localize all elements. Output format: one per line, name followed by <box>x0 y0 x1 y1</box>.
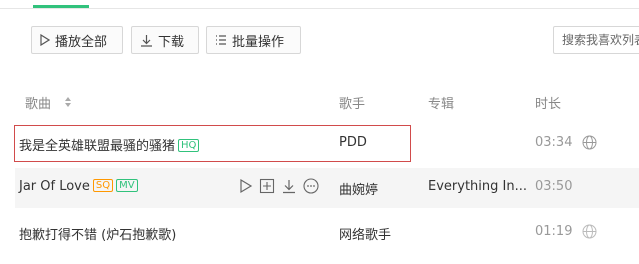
song-title-cell: 抱歉打得不错 (炉石抱歉歌) <box>19 224 176 243</box>
download-icon[interactable] <box>281 178 297 194</box>
singer-name[interactable]: 曲婉婷 <box>339 179 378 198</box>
song-title[interactable]: 抱歉打得不错 (炉石抱歉歌) <box>19 228 176 243</box>
song-title[interactable]: Jar Of Love <box>19 179 90 194</box>
table-row[interactable]: 抱歉打得不错 (炉石抱歉歌) 网络歌手 01:19 <box>15 213 639 253</box>
tab-bar-divider <box>0 0 639 9</box>
column-duration: 时长 <box>535 97 562 112</box>
download-icon <box>141 34 152 47</box>
table-header: 歌曲 歌手 专辑 时长 <box>0 87 639 115</box>
play-all-button[interactable]: 播放全部 <box>31 26 123 54</box>
sq-badge: SQ <box>92 179 114 192</box>
globe-icon[interactable] <box>582 224 597 239</box>
play-icon <box>40 34 50 46</box>
row-actions <box>239 178 319 194</box>
song-duration: 03:34 <box>535 135 573 150</box>
globe-icon[interactable] <box>582 135 597 150</box>
song-duration: 01:19 <box>535 224 573 239</box>
add-icon[interactable] <box>259 178 275 194</box>
sort-icon[interactable] <box>64 96 72 108</box>
singer-name[interactable]: 网络歌手 <box>339 224 391 243</box>
active-tab-indicator <box>33 5 89 8</box>
search-placeholder: 搜索我喜欢列表 <box>562 33 639 47</box>
batch-operation-button[interactable]: 批量操作 <box>206 26 301 54</box>
mv-badge[interactable]: MV <box>116 179 138 192</box>
more-icon[interactable] <box>303 178 319 194</box>
column-song[interactable]: 歌曲 <box>25 93 51 112</box>
download-button[interactable]: 下载 <box>131 26 199 54</box>
batch-operation-label: 批量操作 <box>232 34 285 50</box>
play-icon[interactable] <box>239 178 253 194</box>
search-input[interactable]: 搜索我喜欢列表 <box>553 26 639 54</box>
list-icon <box>216 35 226 45</box>
song-title-cell: Jar Of Love SQ MV <box>19 179 138 194</box>
play-all-label: 播放全部 <box>55 34 108 50</box>
song-duration: 03:50 <box>535 179 573 194</box>
album-name[interactable]: Everything In... <box>428 179 527 194</box>
table-row[interactable]: Jar Of Love SQ MV 曲婉婷 Everything In... 03:… <box>15 168 639 208</box>
column-album: 专辑 <box>428 97 455 112</box>
selection-highlight <box>14 125 411 162</box>
column-singer: 歌手 <box>339 97 366 112</box>
download-label: 下载 <box>158 34 185 50</box>
